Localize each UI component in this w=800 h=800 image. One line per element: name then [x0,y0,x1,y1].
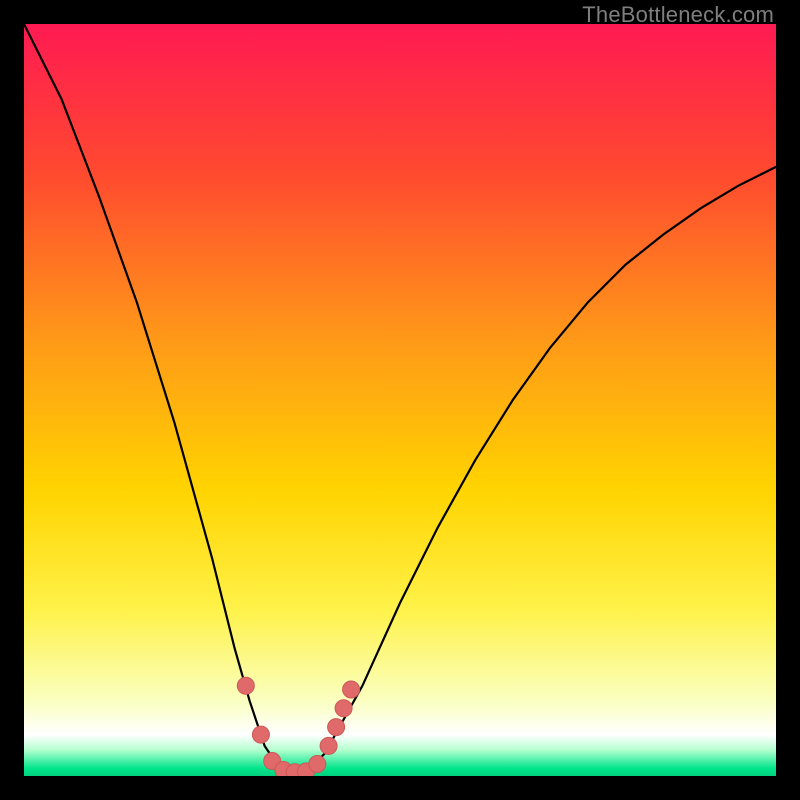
marker-dot [309,756,326,773]
marker-dot [237,677,254,694]
marker-dot [320,737,337,754]
marker-dot [328,719,345,736]
marker-dot [343,681,360,698]
bottleneck-chart [24,24,776,776]
chart-frame [24,24,776,776]
marker-dot [252,726,269,743]
watermark-text: TheBottleneck.com [582,2,774,28]
chart-background [24,24,776,776]
marker-dot [335,700,352,717]
